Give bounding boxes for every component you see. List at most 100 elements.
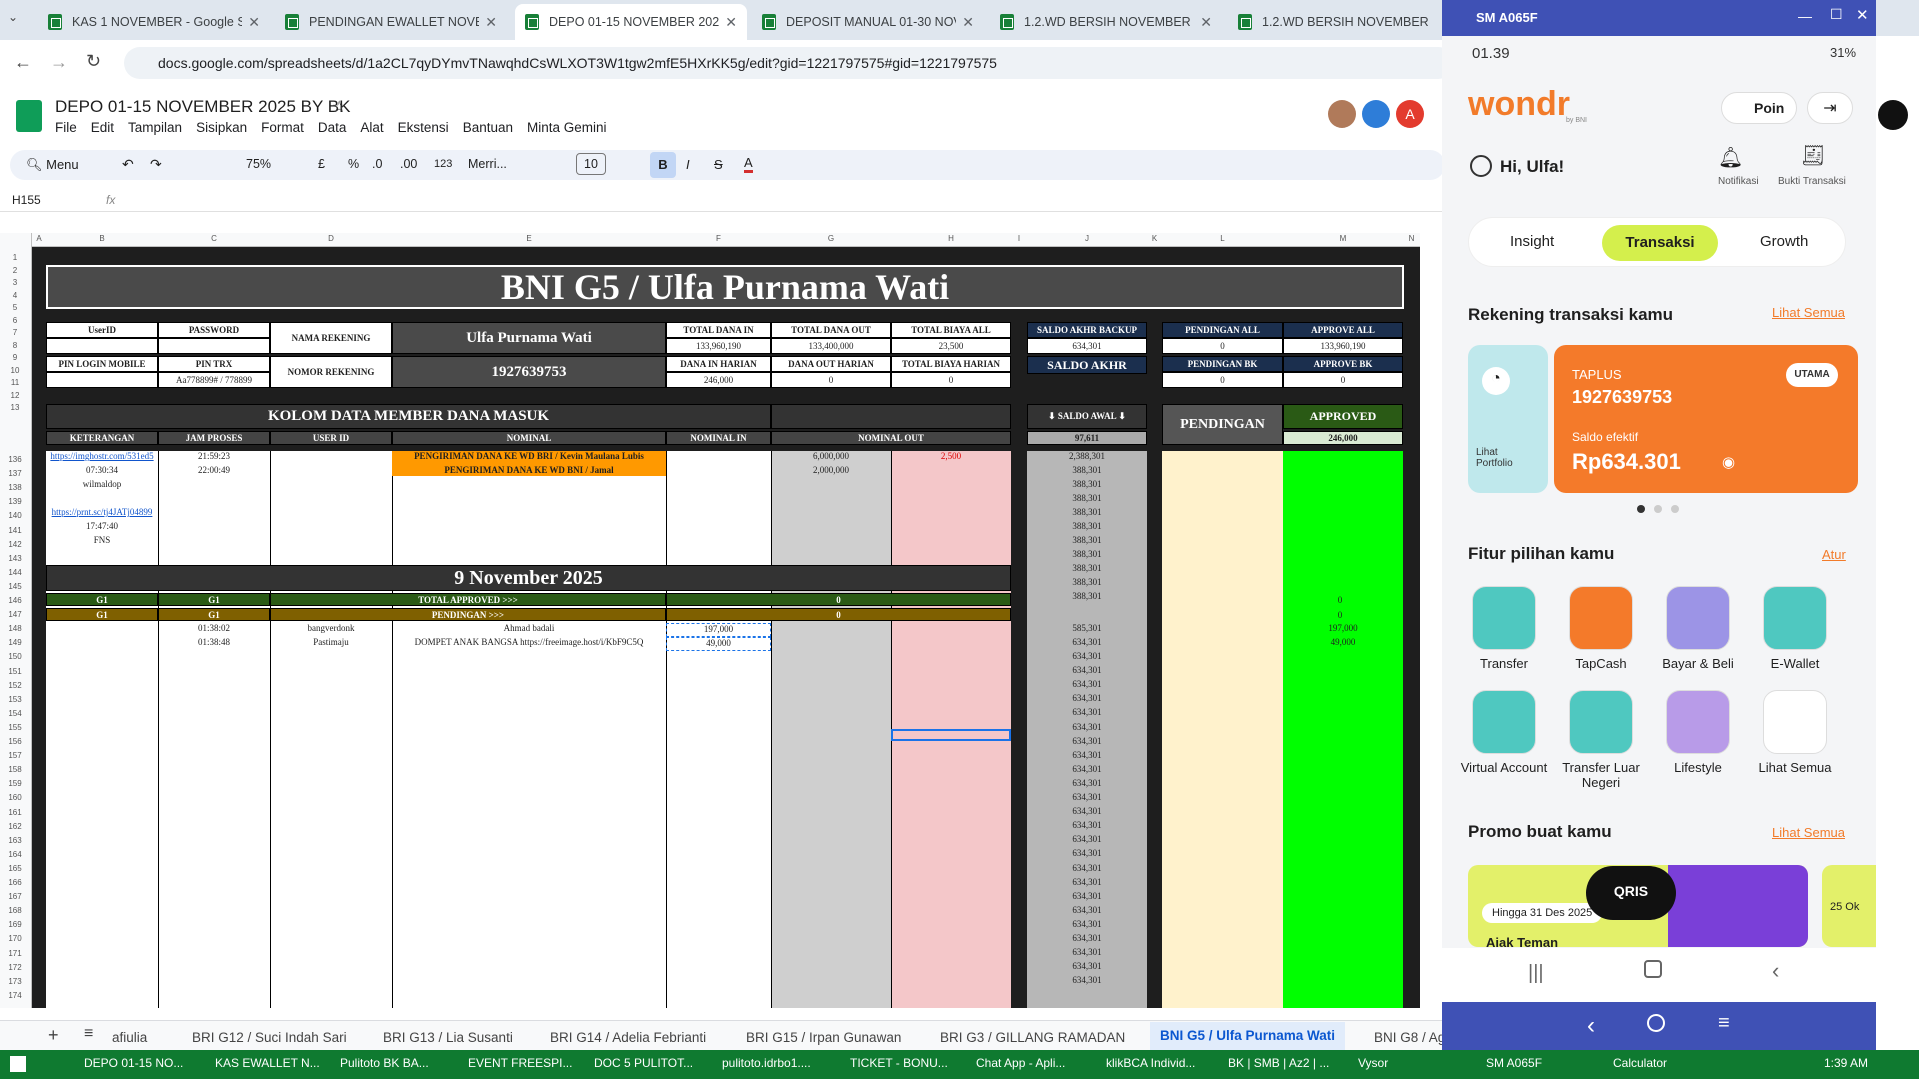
saldo-cell[interactable]: 634,301	[1027, 905, 1147, 919]
label-biaya-harian[interactable]: TOTAL BIAYA HARIAN	[891, 356, 1011, 372]
row-header[interactable]: 5	[0, 303, 30, 312]
total-approved-label[interactable]: TOTAL APPROVED >>>	[270, 593, 666, 606]
saldo-awal-header[interactable]: ⬇ SALDO AWAL ⬇	[1027, 404, 1147, 429]
jam-cell[interactable]: 22:00:49	[158, 465, 270, 479]
sheet-tab[interactable]: BNI G8 / Ag	[1374, 1030, 1445, 1045]
send-icon[interactable]	[1472, 586, 1536, 650]
menu-gemini[interactable]: Minta Gemini	[527, 120, 607, 135]
all-sheets-icon[interactable]: ≡	[84, 1025, 93, 1043]
row-header[interactable]: 9	[0, 353, 30, 362]
nominal-cell[interactable]: DOMPET ANAK BANGSA https://freeimage.hos…	[392, 637, 666, 651]
biaya-cell[interactable]	[891, 535, 1011, 549]
row-header[interactable]: 4	[0, 291, 30, 300]
menu-file[interactable]: File	[55, 120, 77, 135]
sheet-tab[interactable]: BRI G13 / Lia Susanti	[383, 1030, 513, 1045]
row-header[interactable]: 166	[0, 878, 30, 887]
approved-cell[interactable]: 197,000	[1283, 623, 1403, 637]
g1-cell[interactable]: G1	[46, 593, 158, 606]
row-header[interactable]: 3	[0, 278, 30, 287]
row-header[interactable]: 7	[0, 328, 30, 337]
jam-cell[interactable]: 01:38:48	[158, 637, 270, 651]
row-header[interactable]: 160	[0, 793, 30, 802]
saldo-cell[interactable]: 634,301	[1027, 722, 1147, 736]
label-pin-trx[interactable]: PIN TRX	[158, 356, 270, 372]
row-header[interactable]: 171	[0, 949, 30, 958]
feature-label[interactable]: Virtual Account	[1458, 760, 1550, 775]
browser-tab[interactable]: PENDINGAN EWALLET NOVEM ✕	[275, 4, 507, 40]
browser-tab[interactable]: DEPOSIT MANUAL 01-30 NOVE ✕	[752, 4, 984, 40]
taskbar-item[interactable]: TICKET - BONU...	[850, 1056, 948, 1070]
row-header[interactable]: 170	[0, 934, 30, 943]
saldo-cell[interactable]: 634,301	[1027, 651, 1147, 665]
row-header[interactable]: 136	[0, 455, 30, 464]
row-header[interactable]: 161	[0, 808, 30, 817]
lihat-semua-link[interactable]: Lihat Semua	[1772, 305, 1845, 320]
globe-icon[interactable]	[1569, 690, 1633, 754]
row-header[interactable]: 141	[0, 526, 30, 535]
browser-tab[interactable]: KAS 1 NOVEMBER - Google Sp ✕	[38, 4, 270, 40]
row-header[interactable]: 168	[0, 906, 30, 915]
row-header[interactable]: 143	[0, 554, 30, 563]
saldo-cell[interactable]: 388,301	[1027, 507, 1147, 521]
col-header[interactable]: C	[158, 234, 270, 243]
maximize-icon[interactable]: ☐	[1830, 6, 1843, 23]
row-header[interactable]: 12	[0, 391, 30, 400]
notifikasi-label[interactable]: Notifikasi	[1718, 176, 1759, 187]
col-header[interactable]: I	[1011, 234, 1027, 243]
avatar[interactable]: A	[1396, 100, 1424, 128]
row-header[interactable]: 142	[0, 540, 30, 549]
minimize-icon[interactable]: —	[1798, 8, 1812, 24]
browser-tab[interactable]: 1.2.WD BERSIH NOVEMBER - G	[1228, 4, 1442, 40]
close-icon[interactable]: ✕	[1200, 14, 1212, 31]
saldo-cell[interactable]: 634,301	[1027, 764, 1147, 778]
add-sheet-icon[interactable]: +	[48, 1025, 59, 1046]
jam-cell[interactable]	[158, 507, 270, 521]
percent-button[interactable]: %	[348, 157, 359, 171]
nominal-cell[interactable]: Ahmad badali	[392, 623, 666, 637]
feature-label[interactable]: TapCash	[1555, 656, 1647, 671]
close-icon[interactable]: ✕	[725, 14, 737, 31]
name-box[interactable]: H155	[12, 193, 41, 207]
bold-button[interactable]: B	[650, 152, 676, 178]
saldo-cell[interactable]: 634,301	[1027, 919, 1147, 933]
dana-in-harian-value[interactable]: 246,000	[666, 372, 771, 388]
nominal-cell[interactable]: PENGIRIMAN DANA KE WD BNI / Jamal	[392, 465, 666, 479]
total-dana-out-value[interactable]: 133,400,000	[771, 338, 891, 354]
browser-tab[interactable]: 1.2.WD BERSIH NOVEMBER - G ✕	[990, 4, 1222, 40]
feature-label[interactable]: Bayar & Beli	[1652, 656, 1744, 671]
pendingan-all-value[interactable]: 0	[1162, 338, 1283, 354]
nominal-in-cell[interactable]: 197,000	[666, 623, 771, 637]
redo-icon[interactable]: ↷	[150, 156, 162, 173]
search-menu-button[interactable]: 🔍︎ Menu	[26, 157, 79, 173]
browser-tab-active[interactable]: DEPO 01-15 NOVEMBER 2025 I ✕	[515, 4, 747, 40]
back-nav-icon[interactable]: ‹	[1772, 958, 1779, 984]
nominal-out-cell[interactable]	[771, 535, 891, 549]
taskbar-item[interactable]: EVENT FREESPI...	[468, 1056, 572, 1070]
saldo-cell[interactable]: 634,301	[1027, 961, 1147, 975]
portfolio-card[interactable]: ◔ Lihat Portfolio	[1468, 345, 1548, 493]
col-header[interactable]: D	[270, 234, 392, 243]
col-nominal-in[interactable]: NOMINAL IN	[666, 431, 771, 445]
label-userid[interactable]: UserID	[46, 322, 158, 338]
currency-button[interactable]: £	[318, 157, 325, 171]
undo-icon[interactable]: ↶	[122, 156, 134, 173]
row-header[interactable]: 148	[0, 624, 30, 633]
row-header[interactable]: 145	[0, 582, 30, 591]
row-header[interactable]: 159	[0, 779, 30, 788]
row-header[interactable]: 169	[0, 920, 30, 929]
row-header[interactable]: 144	[0, 568, 30, 577]
label-dana-in-harian[interactable]: DANA IN HARIAN	[666, 356, 771, 372]
row-header[interactable]: 173	[0, 977, 30, 986]
bell-icon[interactable]: 🔔︎	[1718, 145, 1743, 170]
label-saldo-akhir[interactable]: SALDO AKHR	[1027, 356, 1147, 374]
col-keterangan[interactable]: KETERANGAN	[46, 431, 158, 445]
taskbar-item[interactable]: Vysor	[1358, 1056, 1388, 1070]
bag-icon[interactable]	[1666, 690, 1730, 754]
row-header[interactable]: 174	[0, 991, 30, 1000]
bill-icon[interactable]	[1666, 586, 1730, 650]
nominal-out-cell[interactable]	[771, 507, 891, 521]
pin-login-value[interactable]	[46, 372, 158, 388]
saldo-cell[interactable]: 634,301	[1027, 792, 1147, 806]
text-color-button[interactable]: A	[744, 155, 753, 173]
total-dana-in-value[interactable]: 133,960,190	[666, 338, 771, 354]
